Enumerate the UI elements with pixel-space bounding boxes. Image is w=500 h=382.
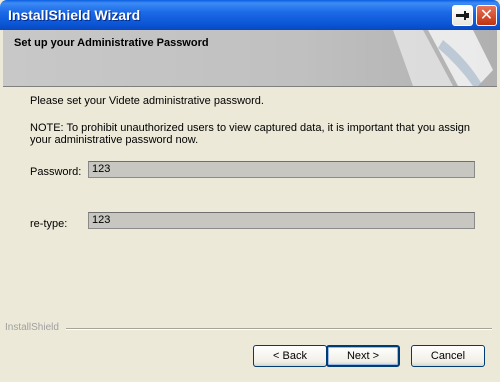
footer-divider	[66, 328, 492, 330]
password-label: Password:	[30, 166, 82, 178]
back-button[interactable]: < Back	[253, 345, 327, 367]
retype-field[interactable]: 123	[88, 212, 475, 229]
close-button[interactable]: ✕	[476, 5, 497, 26]
restore-icon	[456, 11, 469, 20]
note-text-line2: your administrative password now.	[30, 134, 199, 146]
cancel-button[interactable]: Cancel	[411, 345, 485, 367]
restore-button[interactable]	[452, 5, 473, 26]
banner-graphic-icon	[393, 30, 493, 86]
instruction-text: Please set your Videte administrative pa…	[30, 95, 264, 107]
password-field[interactable]: 123	[88, 161, 475, 178]
header-banner: Set up your Administrative Password	[3, 30, 497, 87]
next-button[interactable]: Next >	[326, 345, 400, 367]
banner-title: Set up your Administrative Password	[14, 37, 209, 49]
installshield-brand: InstallShield	[5, 322, 59, 333]
retype-label: re-type:	[30, 218, 68, 230]
title-bar[interactable]: InstallShield Wizard ✕	[0, 0, 500, 30]
window-title: InstallShield Wizard	[8, 7, 141, 23]
installshield-window: InstallShield Wizard ✕ Set up your Admin…	[0, 0, 500, 382]
note-text-line1: NOTE: To prohibit unauthorized users to …	[30, 122, 471, 134]
close-icon: ✕	[479, 5, 494, 24]
